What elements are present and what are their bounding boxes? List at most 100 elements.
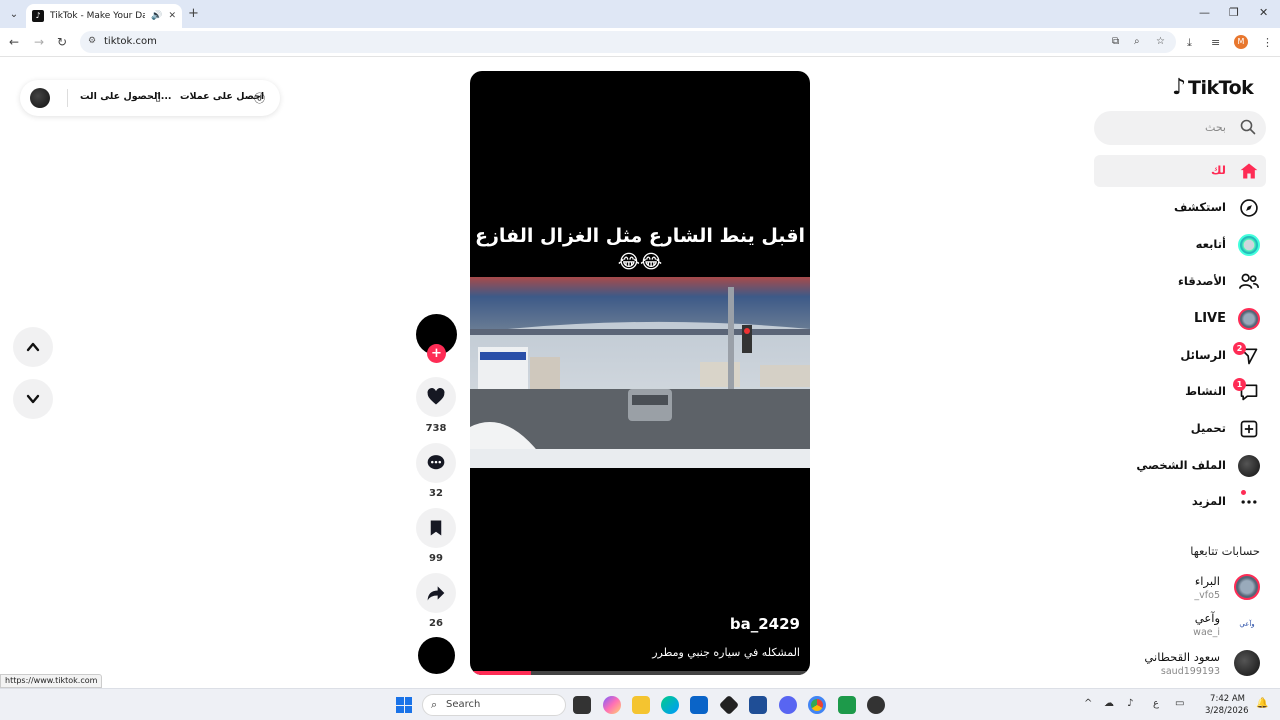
video-author[interactable]: ba_2429 bbox=[730, 615, 800, 633]
network-icon[interactable]: ☁ bbox=[1104, 698, 1114, 709]
profile-avatar[interactable]: M bbox=[1234, 35, 1248, 49]
file-explorer-icon[interactable] bbox=[632, 696, 650, 714]
chrome-icon[interactable] bbox=[808, 696, 826, 714]
sidebar-item-label: أتابعه bbox=[1195, 237, 1226, 251]
sidebar-item-label: استكشف bbox=[1173, 200, 1226, 214]
chevron-up-icon bbox=[26, 342, 40, 352]
like-button[interactable] bbox=[416, 377, 456, 417]
sidebar-item-activity[interactable]: النشاط 1 bbox=[1094, 376, 1266, 408]
bookmark-star-icon[interactable]: ☆ bbox=[1156, 36, 1165, 47]
windows-taskbar: ⌕ Search ^ ☁ ♪ ع ▭ 7:42 AM 3/28/2026 🔔 bbox=[0, 688, 1280, 720]
share-button[interactable] bbox=[416, 573, 456, 613]
avatar[interactable] bbox=[30, 88, 50, 108]
taskbar-search-label: Search bbox=[446, 699, 481, 710]
following-account[interactable]: البراء _vfo5 bbox=[1100, 572, 1264, 606]
sidebar-item-following[interactable]: أتابعه bbox=[1094, 229, 1266, 261]
notification-dot bbox=[1241, 490, 1246, 495]
download-icon[interactable]: ⤓ bbox=[1187, 36, 1192, 50]
logo-text: TikTok bbox=[1188, 76, 1254, 99]
reload-icon[interactable]: ↻ bbox=[57, 35, 67, 49]
language-indicator[interactable]: ع bbox=[1153, 698, 1159, 709]
sidebar-item-more[interactable]: المزيد bbox=[1094, 486, 1266, 518]
app-icon[interactable] bbox=[718, 694, 740, 716]
windows-start-icon[interactable] bbox=[396, 697, 412, 713]
tiktok-page: الحصول على الت... ▯ احصل على عملات ⓓ اقب… bbox=[0, 57, 1280, 688]
copilot-icon[interactable] bbox=[603, 696, 621, 714]
avatar-icon bbox=[1238, 234, 1260, 256]
sidebar-item-live[interactable]: LIVE bbox=[1094, 303, 1266, 335]
task-view-icon[interactable] bbox=[573, 696, 591, 714]
wifi-icon[interactable]: ▭ bbox=[1175, 698, 1184, 709]
tiktok-logo[interactable]: ♪ TikTok bbox=[1172, 75, 1254, 100]
menu-icon[interactable]: ⋮ bbox=[1262, 36, 1273, 49]
chevron-up-icon[interactable]: ^ bbox=[1084, 698, 1092, 709]
share-count: 26 bbox=[429, 618, 443, 629]
sidebar-item-for-you[interactable]: لك bbox=[1094, 155, 1266, 187]
zoom-icon[interactable]: ⌕ bbox=[1134, 36, 1140, 47]
url-text[interactable]: tiktok.com bbox=[104, 36, 157, 47]
install-app-icon[interactable]: ⧉ bbox=[1112, 36, 1119, 47]
profile-icon bbox=[1238, 455, 1260, 477]
tab-title: TikTok - Make Your Day bbox=[50, 11, 146, 21]
comment-button[interactable] bbox=[416, 443, 456, 483]
site-info-icon[interactable]: ⚙ bbox=[88, 36, 96, 46]
edge-icon[interactable] bbox=[661, 696, 679, 714]
app-icon[interactable] bbox=[838, 696, 856, 714]
phone-icon: ▯ bbox=[155, 90, 162, 103]
reading-list-icon[interactable]: ≡ bbox=[1211, 36, 1220, 49]
microphone-icon[interactable]: ♪ bbox=[1127, 698, 1133, 709]
discord-icon[interactable] bbox=[779, 696, 797, 714]
get-coins-button[interactable]: احصل على عملات bbox=[180, 91, 264, 102]
get-app-bar: الحصول على الت... ▯ احصل على عملات ⓓ bbox=[20, 80, 280, 116]
tiktok-favicon-icon: ♪ bbox=[32, 10, 44, 22]
sidebar-item-label: المزيد bbox=[1191, 494, 1226, 508]
video-player[interactable]: اقبل ينط الشارع مثل الغزال الفازع😂😂 ba_2… bbox=[470, 71, 810, 675]
messages-badge: 2 bbox=[1233, 342, 1246, 355]
road-scene-image bbox=[470, 277, 810, 468]
following-account[interactable]: وآعي wae_i وآعي bbox=[1100, 609, 1264, 643]
search-placeholder: بحث bbox=[1205, 121, 1226, 134]
comment-icon bbox=[427, 455, 445, 470]
account-handle: _vfo5 bbox=[1194, 590, 1220, 601]
divider bbox=[67, 89, 68, 107]
store-icon[interactable] bbox=[749, 696, 767, 714]
account-handle: wae_i bbox=[1193, 627, 1220, 638]
sidebar-item-friends[interactable]: الأصدقاء bbox=[1094, 266, 1266, 298]
search-input[interactable]: بحث bbox=[1094, 111, 1266, 145]
clock-date: 3/28/2026 bbox=[1205, 706, 1249, 716]
upload-icon bbox=[1238, 418, 1260, 440]
address-bar[interactable]: ⚙ tiktok.com ⧉ ⌕ ☆ bbox=[80, 31, 1176, 53]
outlook-icon[interactable] bbox=[690, 696, 708, 714]
forward-icon[interactable]: → bbox=[34, 35, 44, 49]
new-tab-icon[interactable]: + bbox=[188, 6, 199, 21]
close-icon[interactable]: ✕ bbox=[168, 11, 176, 21]
back-icon[interactable]: ← bbox=[9, 35, 19, 49]
save-button[interactable] bbox=[416, 508, 456, 548]
search-icon: ⌕ bbox=[431, 698, 438, 711]
follow-button[interactable]: + bbox=[427, 344, 446, 363]
sidebar-item-messages[interactable]: الرسائل 2 bbox=[1094, 340, 1266, 372]
next-video-button[interactable] bbox=[13, 379, 53, 419]
taskbar-search-input[interactable]: ⌕ Search bbox=[422, 694, 566, 716]
next-creator-avatar[interactable] bbox=[418, 637, 455, 674]
following-account[interactable]: سعود القحطاني saud199193 bbox=[1100, 648, 1264, 682]
sidebar-item-profile[interactable]: الملف الشخصي bbox=[1094, 450, 1266, 482]
speaker-icon[interactable]: 🔊 bbox=[151, 11, 162, 21]
previous-video-button[interactable] bbox=[13, 327, 53, 367]
tab-search-icon[interactable]: ⌄ bbox=[6, 6, 22, 22]
browser-tab[interactable]: ♪ TikTok - Make Your Day 🔊 ✕ bbox=[26, 4, 182, 28]
app-icon[interactable] bbox=[867, 696, 885, 714]
video-progress-bar[interactable] bbox=[470, 671, 810, 675]
notification-icon[interactable]: 🔔 bbox=[1256, 698, 1268, 709]
sidebar-item-explore[interactable]: استكشف bbox=[1094, 192, 1266, 224]
minimize-icon[interactable]: — bbox=[1199, 6, 1210, 19]
bookmark-icon bbox=[430, 520, 442, 536]
close-window-icon[interactable]: ✕ bbox=[1259, 6, 1268, 19]
system-clock[interactable]: 7:42 AM 3/28/2026 bbox=[1205, 693, 1249, 717]
search-icon[interactable] bbox=[1240, 119, 1256, 135]
account-name: وآعي bbox=[1194, 611, 1220, 625]
browser-tabstrip: ⌄ ♪ TikTok - Make Your Day 🔊 ✕ + — ❐ ✕ bbox=[0, 0, 1280, 28]
sidebar-item-upload[interactable]: تحميل bbox=[1094, 413, 1266, 445]
restore-icon[interactable]: ❐ bbox=[1229, 6, 1239, 19]
chevron-down-icon bbox=[26, 394, 40, 404]
